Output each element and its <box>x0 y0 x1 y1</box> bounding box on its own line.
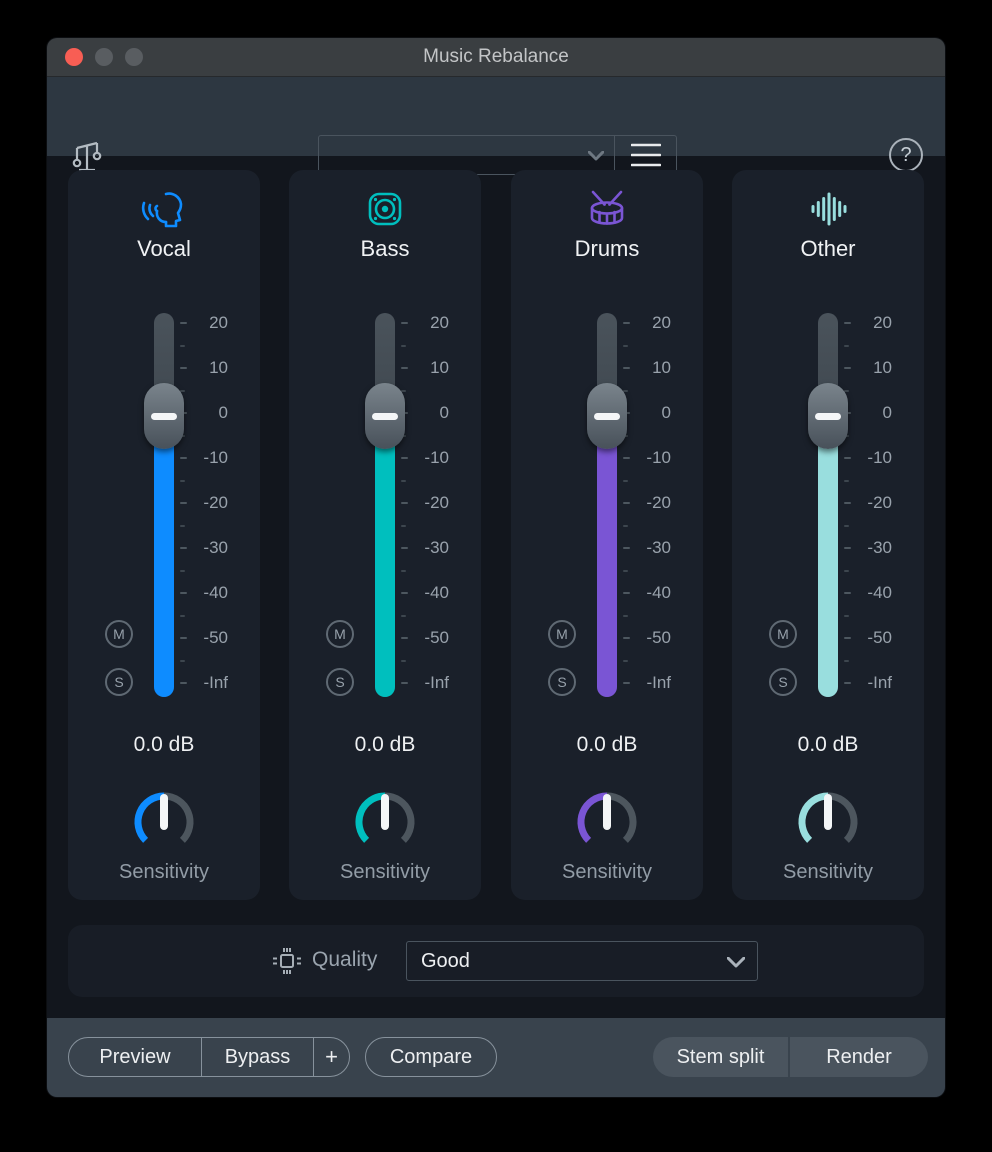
fader-fill <box>154 416 174 697</box>
quality-value: Good <box>407 950 470 973</box>
plugin-window: Music Rebalance <box>47 38 945 1097</box>
sensitivity-label: Sensitivity <box>68 861 260 884</box>
title-bar: Music Rebalance <box>47 38 945 77</box>
bass-speaker-icon <box>289 184 481 234</box>
compare-button[interactable]: Compare <box>365 1037 497 1077</box>
sensitivity-knob[interactable] <box>130 788 198 856</box>
zoom-button[interactable] <box>125 48 143 66</box>
help-button[interactable]: ? <box>889 138 923 172</box>
waveform-icon <box>732 184 924 234</box>
minimize-button[interactable] <box>95 48 113 66</box>
fader-grip <box>151 413 177 420</box>
window-title: Music Rebalance <box>423 46 569 68</box>
channel-name: Other <box>732 236 924 262</box>
preset-dropdown[interactable] <box>319 136 614 174</box>
drums-icon <box>511 184 703 234</box>
fader-scale: 20100-10-20-30-40-50-Inf <box>176 323 246 683</box>
stem-split-button[interactable]: Stem split <box>653 1037 788 1077</box>
channel-name: Bass <box>289 236 481 262</box>
preset-controls <box>318 135 677 175</box>
vocal-icon <box>68 184 260 234</box>
add-button[interactable]: + <box>313 1038 349 1076</box>
hamburger-menu-icon <box>631 143 661 167</box>
drums-gain-fader[interactable]: 20100-10-20-30-40-50-Inf <box>511 313 703 697</box>
channel-name: Drums <box>511 236 703 262</box>
sensitivity-knob[interactable] <box>351 788 419 856</box>
mute-button[interactable]: M <box>769 620 797 648</box>
gain-value[interactable]: 0.0 dB <box>289 733 481 757</box>
desktop-background: Music Rebalance <box>0 0 992 1152</box>
channel-panel-other: Other 20100-10-20-30-40-50-Inf M S 0.0 d… <box>732 170 924 900</box>
sensitivity-label: Sensitivity <box>289 861 481 884</box>
fader-fill <box>375 416 395 697</box>
sensitivity-knob[interactable] <box>794 788 862 856</box>
fader-handle[interactable] <box>587 383 627 449</box>
other-gain-fader[interactable]: 20100-10-20-30-40-50-Inf <box>732 313 924 697</box>
preview-button[interactable]: Preview <box>69 1038 201 1076</box>
fader-grip <box>815 413 841 420</box>
music-rebalance-logo-icon <box>70 135 106 175</box>
vocal-gain-fader[interactable]: 20100-10-20-30-40-50-Inf <box>68 313 260 697</box>
gain-value[interactable]: 0.0 dB <box>511 733 703 757</box>
channel-panel-bass: Bass 20100-10-20-30-40-50-Inf M S 0.0 dB… <box>289 170 481 900</box>
question-mark-icon: ? <box>900 144 911 167</box>
fader-fill <box>597 416 617 697</box>
fader-scale: 20100-10-20-30-40-50-Inf <box>840 323 910 683</box>
mute-button[interactable]: M <box>105 620 133 648</box>
close-button[interactable] <box>65 48 83 66</box>
chevron-down-icon <box>727 957 745 968</box>
channel-name: Vocal <box>68 236 260 262</box>
solo-button[interactable]: S <box>105 668 133 696</box>
sensitivity-label: Sensitivity <box>511 861 703 884</box>
chevron-down-icon <box>588 151 604 161</box>
fader-handle[interactable] <box>808 383 848 449</box>
solo-button[interactable]: S <box>548 668 576 696</box>
output-button-group: Stem split Render <box>653 1037 928 1077</box>
mute-button[interactable]: M <box>548 620 576 648</box>
channel-panel-vocal: Vocal 20100-10-20-30-40-50-Inf M S 0.0 d… <box>68 170 260 900</box>
sensitivity-knob[interactable] <box>573 788 641 856</box>
fader-scale: 20100-10-20-30-40-50-Inf <box>397 323 467 683</box>
bass-gain-fader[interactable]: 20100-10-20-30-40-50-Inf <box>289 313 481 697</box>
channel-panel-drums: Drums 20100-10-20-30-40-50-Inf M S 0.0 d… <box>511 170 703 900</box>
fader-scale: 20100-10-20-30-40-50-Inf <box>619 323 689 683</box>
header-bar: ? <box>47 77 945 156</box>
preset-menu-button[interactable] <box>614 136 676 174</box>
quality-dropdown[interactable]: Good <box>406 941 758 981</box>
render-button[interactable]: Render <box>788 1037 928 1077</box>
sensitivity-label: Sensitivity <box>732 861 924 884</box>
transport-button-group: Preview Bypass + <box>68 1037 350 1077</box>
solo-button[interactable]: S <box>769 668 797 696</box>
gain-value[interactable]: 0.0 dB <box>732 733 924 757</box>
fader-handle[interactable] <box>144 383 184 449</box>
bypass-button[interactable]: Bypass <box>201 1038 313 1076</box>
fader-grip <box>372 413 398 420</box>
mute-button[interactable]: M <box>326 620 354 648</box>
footer-bar: Preview Bypass + Compare Stem split Rend… <box>47 1018 945 1097</box>
fader-fill <box>818 416 838 697</box>
gain-value[interactable]: 0.0 dB <box>68 733 260 757</box>
solo-button[interactable]: S <box>326 668 354 696</box>
cpu-chip-icon <box>270 944 304 978</box>
quality-label: Quality <box>312 948 377 972</box>
fader-handle[interactable] <box>365 383 405 449</box>
quality-panel: Quality Good <box>68 925 924 997</box>
fader-grip <box>594 413 620 420</box>
